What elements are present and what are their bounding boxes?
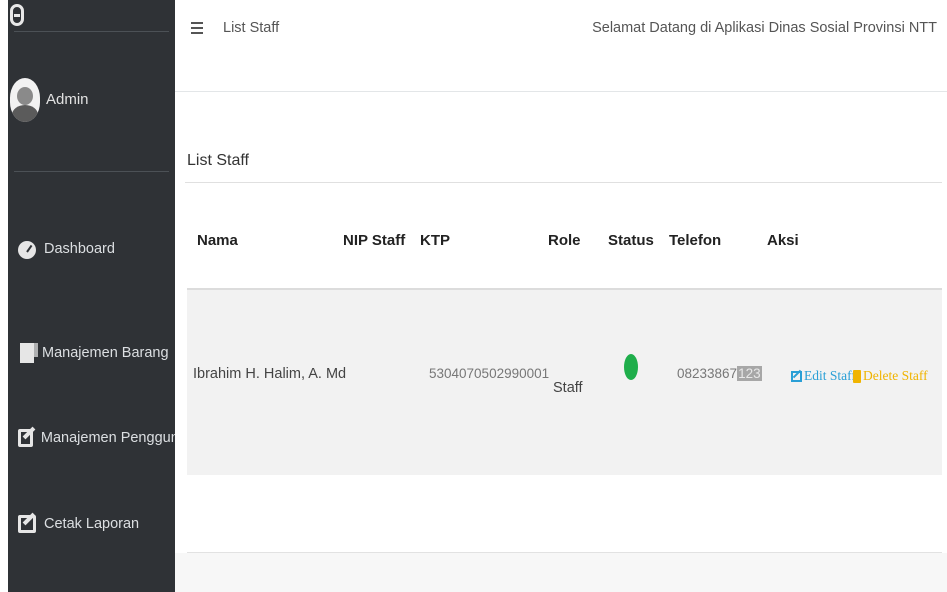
edit-staff-button[interactable]: Edit Staff <box>791 368 856 384</box>
welcome-text: Selamat Datang di Aplikasi Dinas Sosial … <box>592 20 937 36</box>
sidebar: Admin Dashboard Manajemen Barang Manajem… <box>8 0 175 592</box>
telefon-visible: 08233867 <box>677 366 738 381</box>
sidebar-item-label: Manajemen Pengguna Aplik <box>40 430 175 446</box>
avatar <box>10 78 40 122</box>
cell-telefon: 08233867123 <box>677 366 762 381</box>
delete-staff-label: Delete Staff <box>863 368 928 383</box>
sidebar-item-dashboard[interactable]: Dashboard <box>8 234 175 264</box>
status-indicator-icon <box>624 354 638 380</box>
edit-icon <box>791 370 802 382</box>
dashboard-icon <box>18 241 36 259</box>
sidebar-divider <box>14 171 169 172</box>
trash-icon <box>853 369 861 383</box>
column-header-aksi: Aksi <box>767 232 799 249</box>
panel-divider <box>185 182 942 183</box>
menu-toggle-icon[interactable] <box>191 21 203 35</box>
table-header: Nama NIP Staff KTP Role Status Telefon A… <box>187 210 942 290</box>
column-header-nip: NIP Staff <box>343 232 406 249</box>
brand <box>8 0 175 30</box>
edit-staff-label: Edit Staff <box>804 368 856 383</box>
column-header-status: Status <box>608 232 654 249</box>
sidebar-item-manajemen-pengguna[interactable]: Manajemen Pengguna Aplik <box>8 423 175 453</box>
edit-icon <box>18 429 33 447</box>
panel-title: List Staff <box>187 152 249 169</box>
column-header-nama: Nama <box>197 232 238 249</box>
main-content: List Staff Nama NIP Staff KTP Role Statu… <box>175 92 947 592</box>
footer-area <box>175 553 947 592</box>
sidebar-item-label: Dashboard <box>44 241 115 257</box>
user-name: Admin <box>46 91 89 108</box>
telefon-masked: 123 <box>737 366 762 381</box>
sidebar-item-manajemen-barang[interactable]: Manajemen Barang <box>8 338 175 368</box>
user-panel: Admin <box>8 78 175 122</box>
sidebar-item-cetak-laporan[interactable]: Cetak Laporan <box>8 509 175 539</box>
edit-icon <box>18 515 36 533</box>
column-header-ktp: KTP <box>420 232 450 249</box>
sidebar-divider <box>14 31 169 32</box>
sidebar-item-label: Cetak Laporan <box>44 516 140 532</box>
cell-role: Staff <box>553 380 583 396</box>
table-row: Ibrahim H. Halim, A. Md 5304070502990001… <box>187 290 942 475</box>
page-title: List Staff <box>223 20 280 36</box>
column-header-telefon: Telefon <box>669 232 722 249</box>
column-header-role: Role <box>548 232 581 249</box>
sidebar-item-label: Manajemen Barang <box>42 345 169 361</box>
document-icon <box>20 343 38 363</box>
brand-logo-icon[interactable] <box>10 4 24 26</box>
cell-nama: Ibrahim H. Halim, A. Md <box>193 366 347 382</box>
cell-ktp: 5304070502990001 <box>429 366 550 381</box>
delete-staff-button[interactable]: Delete Staff <box>853 368 928 384</box>
topbar: List Staff Selamat Datang di Aplikasi Di… <box>175 0 947 92</box>
